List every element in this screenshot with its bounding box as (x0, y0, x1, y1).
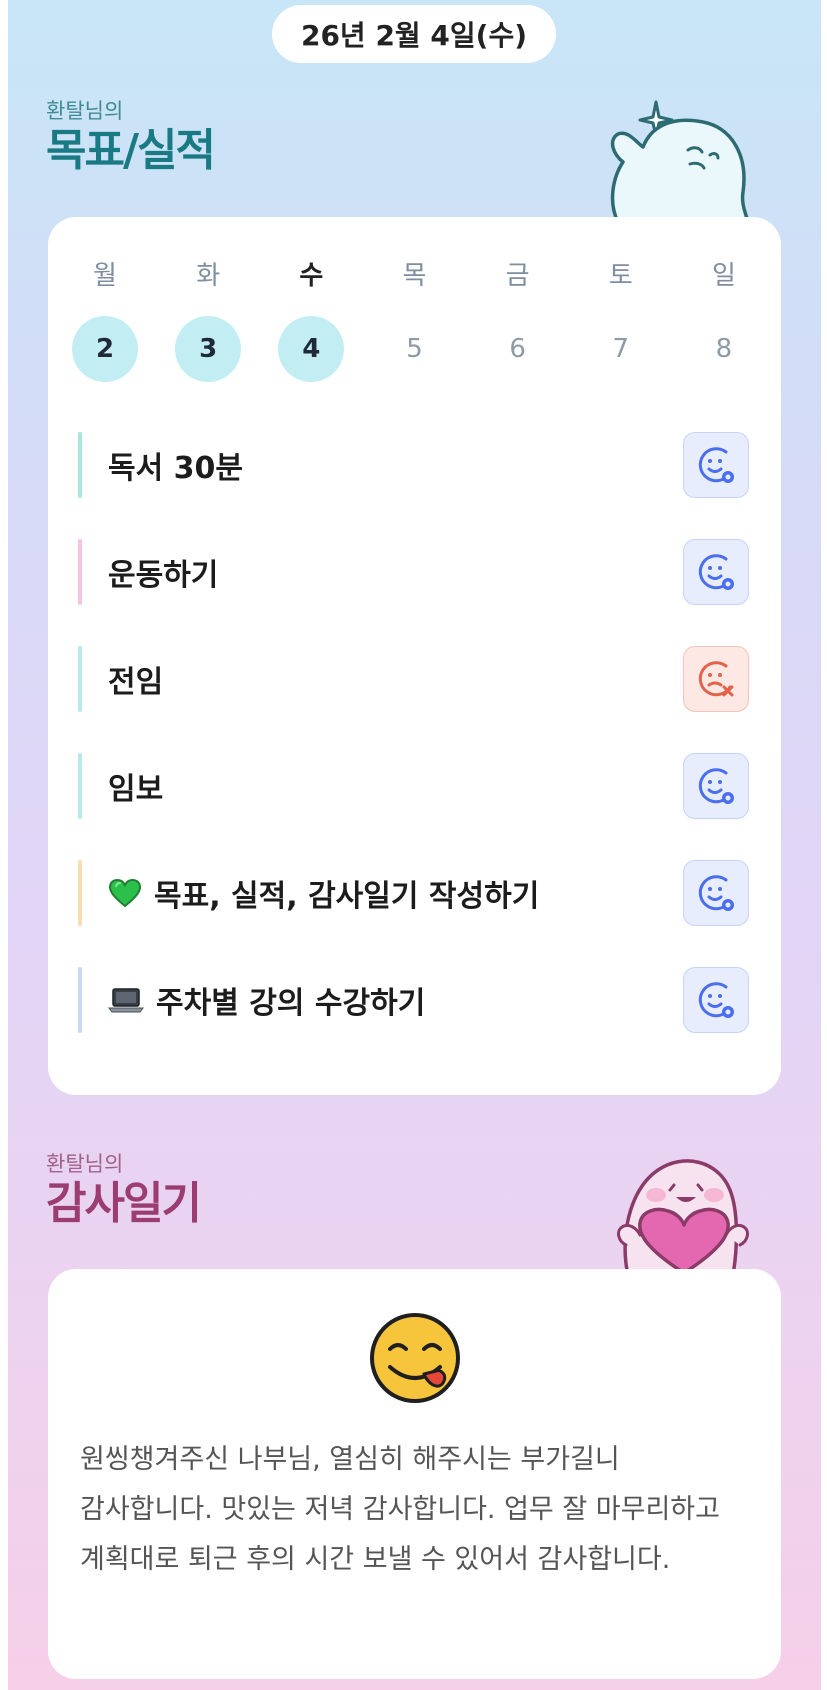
weekday-label: 월 (93, 261, 117, 291)
goal-status-done-button[interactable] (683, 539, 749, 605)
goal-item[interactable]: 운동하기 (78, 539, 749, 605)
pink-mascot-heart-icon (617, 1159, 749, 1275)
smile-check-icon (698, 447, 734, 483)
date-row: 2 3 4 5 6 7 8 (72, 316, 757, 382)
goal-label: 목표, 실적, 감사일기 작성하기 (154, 879, 540, 914)
goal-color-bar (78, 432, 82, 498)
goals-section-subtitle: 환탈님의 (46, 99, 124, 123)
goal-label: 전임 (108, 665, 164, 700)
goal-color-bar (78, 860, 82, 926)
diary-card: 원씽챙겨주신 나부님, 열심히 해주시는 부가길니 감사합니다. 맛있는 저녁 … (48, 1269, 781, 1679)
yum-face-icon (370, 1313, 460, 1403)
goals-section-title: 목표/실적 (46, 125, 216, 176)
goal-status-done-button[interactable] (683, 432, 749, 498)
goal-label: 주차별 강의 수강하기 (156, 986, 426, 1021)
date-label: 26년 2월 4일(수) (300, 19, 528, 52)
goal-item[interactable]: 임보 (78, 753, 749, 819)
goal-color-bar (78, 967, 82, 1033)
goal-color-bar (78, 539, 82, 605)
weekday-label: 일 (711, 261, 736, 291)
goal-item[interactable]: 독서 30분 (78, 432, 749, 498)
goal-status-done-button[interactable] (683, 860, 749, 926)
smile-check-icon (698, 875, 734, 911)
goal-status-done-button[interactable] (683, 967, 749, 1033)
goal-item[interactable]: 주차별 강의 수강하기 (78, 967, 749, 1033)
goal-item[interactable]: 전임 (78, 646, 749, 712)
weekday-label: 금 (505, 261, 530, 291)
goal-color-bar (78, 753, 82, 819)
goal-label: 임보 (108, 772, 164, 807)
week-calendar: 월 화 수 목 금 토 일 2 3 4 5 6 7 8 (72, 255, 757, 382)
green-heart-icon (108, 878, 142, 908)
diary-section-subtitle: 환탈님의 (46, 1152, 124, 1176)
goal-color-bar (78, 646, 82, 712)
diary-section-header: 환탈님의 감사일기 (46, 1148, 202, 1230)
date-circle[interactable]: 7 (588, 316, 654, 382)
goal-item[interactable]: 목표, 실적, 감사일기 작성하기 (78, 860, 749, 926)
weekday-row: 월 화 수 목 금 토 일 (72, 255, 757, 292)
date-circle[interactable]: 8 (691, 316, 757, 382)
date-circle[interactable]: 6 (485, 316, 551, 382)
goal-label: 독서 30분 (108, 451, 243, 486)
date-circle[interactable]: 2 (72, 316, 138, 382)
diary-entry-text: 원씽챙겨주신 나부님, 열심히 해주시는 부가길니 감사합니다. 맛있는 저녁 … (80, 1444, 720, 1575)
goal-list: 독서 30분 운동하기 전임 임보 목표, 실적, 감사일기 작성하기 주차별 … (78, 432, 749, 1074)
weekday-label: 토 (608, 261, 633, 291)
page: 26년 2월 4일(수) 환탈님의 목표/실적 월 화 수 목 금 토 일 2 … (8, 0, 821, 1690)
weekday-label: 목 (402, 261, 427, 291)
weekday-label: 화 (196, 261, 221, 291)
goals-card: 월 화 수 목 금 토 일 2 3 4 5 6 7 8 독서 30분 운동하기 … (48, 217, 781, 1095)
date-circle-today[interactable]: 4 (278, 316, 345, 382)
frown-x-icon (698, 661, 734, 697)
goal-status-failed-button[interactable] (683, 646, 749, 712)
ghost-mascot-icon (610, 100, 750, 222)
date-pill[interactable]: 26년 2월 4일(수) (272, 5, 556, 63)
smile-check-icon (698, 768, 734, 804)
laptop-icon (108, 986, 144, 1014)
date-circle[interactable]: 3 (175, 316, 242, 382)
goal-label: 운동하기 (108, 558, 219, 593)
goal-status-done-button[interactable] (683, 753, 749, 819)
goals-section-header: 환탈님의 목표/실적 (46, 95, 216, 177)
smile-check-icon (698, 554, 734, 590)
weekday-label-today: 수 (299, 261, 324, 291)
smile-check-icon (698, 982, 734, 1018)
diary-section-title: 감사일기 (46, 1178, 202, 1229)
date-circle[interactable]: 5 (381, 316, 447, 382)
